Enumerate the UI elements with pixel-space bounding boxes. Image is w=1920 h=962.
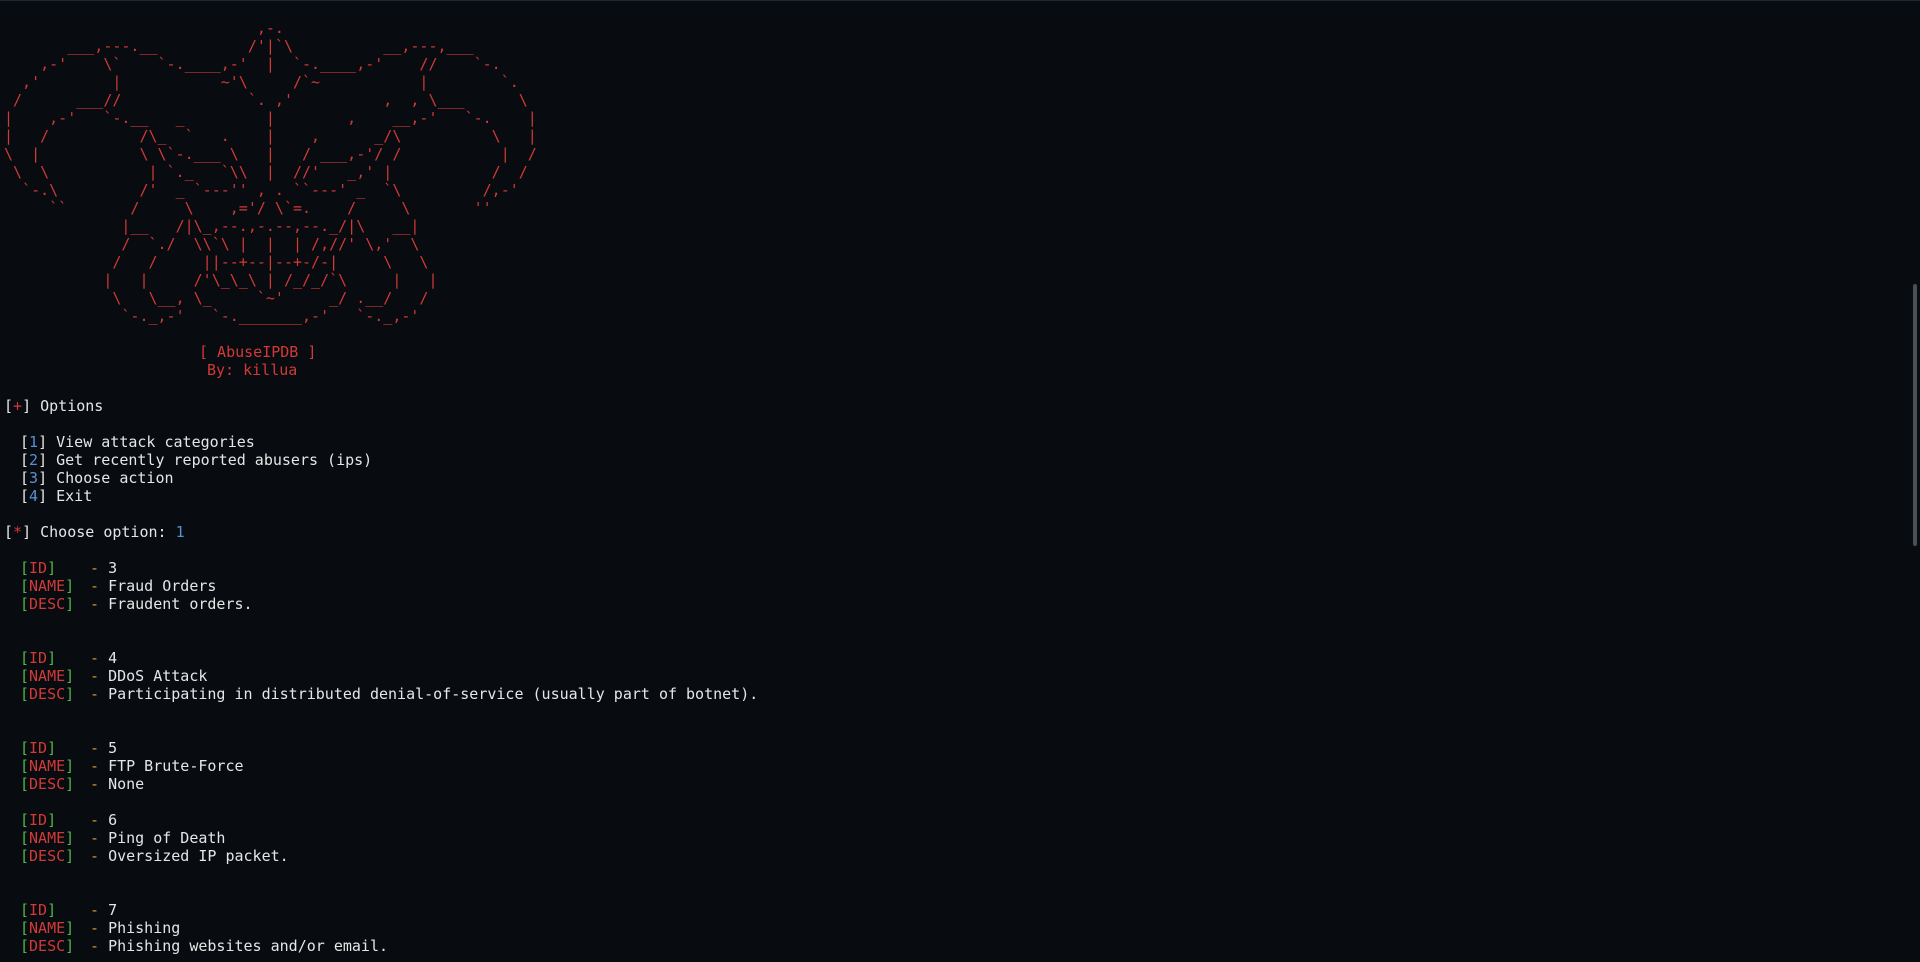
record-name: Phishing (108, 919, 181, 937)
record-name: FTP Brute-Force (108, 757, 244, 775)
record-id-line: [ID] - 3 (20, 559, 118, 577)
record-name-line: [NAME] - Phishing (20, 919, 181, 937)
terminal-output: ,-. ___,---.__ /'|`\ __,---,___ ,-' \` `… (4, 1, 1884, 955)
options-label: Options (40, 397, 104, 415)
menu-item-number: 4 (29, 487, 39, 505)
record-id-line: [ID] - 4 (20, 649, 118, 667)
record-id: 5 (108, 739, 118, 757)
record-id: 4 (108, 649, 118, 667)
menu-item-label: Choose action (56, 469, 174, 487)
menu-item: [3] Choose action (20, 469, 174, 487)
banner-author: By: killua (207, 361, 298, 379)
record-id-line: [ID] - 6 (20, 811, 118, 829)
record-name-line: [NAME] - Ping of Death (20, 829, 226, 847)
asterisk-marker: * (13, 523, 23, 541)
record-desc-line: [DESC] - Phishing websites and/or email. (20, 937, 389, 955)
prompt-input-value[interactable]: 1 (176, 523, 185, 541)
record-name: DDoS Attack (108, 667, 208, 685)
menu-item-label: Exit (56, 487, 93, 505)
plus-marker: + (13, 397, 23, 415)
record-name-line: [NAME] - DDoS Attack (20, 667, 208, 685)
record-name: Ping of Death (108, 829, 226, 847)
record-name-line: [NAME] - Fraud Orders (20, 577, 217, 595)
record-desc-line: [DESC] - None (20, 775, 145, 793)
menu-item-number: 2 (29, 451, 39, 469)
record-desc-line: [DESC] - Participating in distributed den… (20, 685, 759, 703)
banner-title: [ AbuseIPDB ] (199, 343, 317, 361)
record-desc: Oversized IP packet. (108, 847, 289, 865)
ram-skull-ascii-art: ,-. ___,---.__ /'|`\ __,---,___ ,-' \` `… (4, 19, 537, 325)
record-name: Fraud Orders (108, 577, 217, 595)
scrollbar-thumb[interactable] (1913, 284, 1917, 546)
record-desc: None (108, 775, 145, 793)
menu-item-number: 1 (29, 433, 39, 451)
menu-item: [1] View attack categories (20, 433, 255, 451)
record-id-line: [ID] - 7 (20, 901, 118, 919)
record-id: 6 (108, 811, 118, 829)
record-id-line: [ID] - 5 (20, 739, 118, 757)
menu-item-number: 3 (29, 469, 39, 487)
vertical-scrollbar[interactable] (1910, 1, 1920, 962)
record-desc: Fraudent orders. (108, 595, 253, 613)
record-desc: Phishing websites and/or email. (108, 937, 389, 955)
record-id: 7 (108, 901, 118, 919)
menu-item-label: View attack categories (56, 433, 255, 451)
menu-item-label: Get recently reported abusers (ips) (56, 451, 373, 469)
prompt-label: Choose option: (40, 523, 167, 541)
record-id: 3 (108, 559, 118, 577)
menu-item: [2] Get recently reported abusers (ips) (20, 451, 373, 469)
record-desc: Participating in distributed denial-of-s… (108, 685, 759, 703)
menu-item: [4] Exit (20, 487, 93, 505)
record-desc-line: [DESC] - Oversized IP packet. (20, 847, 289, 865)
record-name-line: [NAME] - FTP Brute-Force (20, 757, 244, 775)
terminal-window: ,-. ___,---.__ /'|`\ __,---,___ ,-' \` `… (0, 0, 1920, 962)
record-desc-line: [DESC] - Fraudent orders. (20, 595, 253, 613)
option-prompt[interactable]: [*] Choose option: 1 (4, 523, 1884, 541)
options-header: [+] Options (4, 397, 104, 415)
